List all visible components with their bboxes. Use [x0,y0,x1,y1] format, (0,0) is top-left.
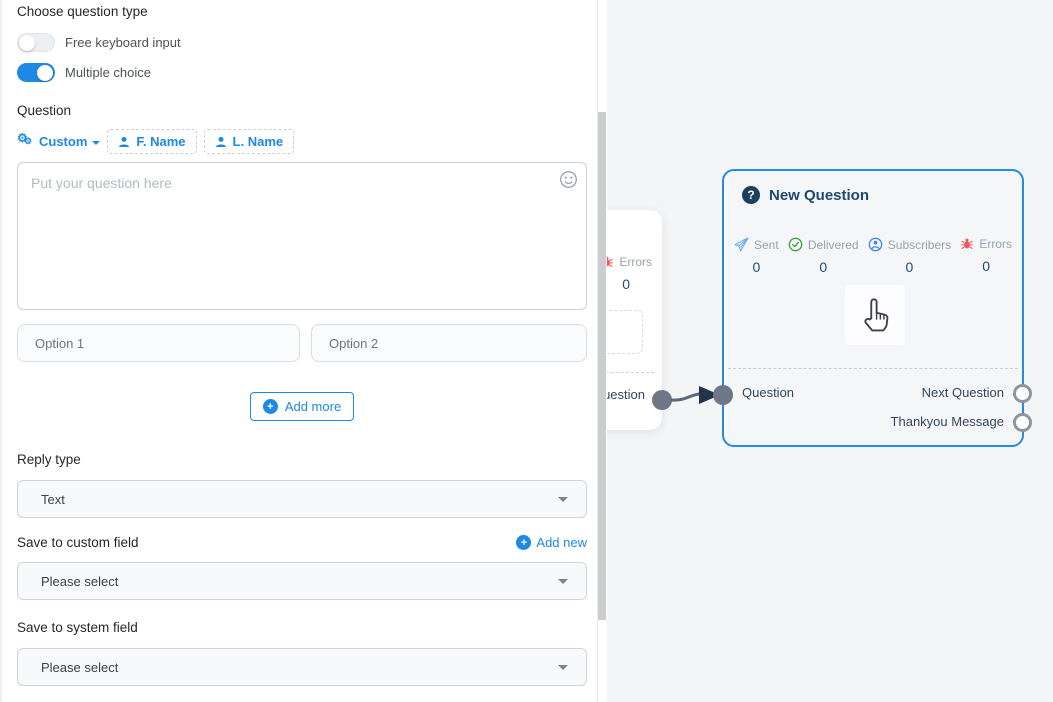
reply-type-heading: Reply type [17,452,587,467]
chevron-down-icon [558,665,568,670]
save-system-field-heading: Save to system field [17,620,587,635]
divider [728,368,1018,369]
toggle-row-free-keyboard: Free keyboard input [17,33,587,52]
chip-label: L. Name [233,134,284,149]
flow-node-new-question[interactable]: ? New Question Sent 0 [722,169,1024,447]
option-1-input[interactable] [17,324,300,362]
question-settings-panel: Choose question type Free keyboard input… [0,0,598,702]
stat-value: 0 [622,276,630,292]
chevron-down-icon [92,141,100,145]
toggle-label: Multiple choice [65,65,151,80]
add-more-button[interactable]: + Add more [250,392,354,421]
question-heading: Question [17,103,587,118]
paper-plane-icon [734,237,749,252]
node-stats-row: Sent 0 Delivered 0 [734,237,1012,275]
sent-stat: Sent 0 [734,237,779,275]
node-header: ? New Question [742,186,869,204]
custom-dropdown-label: Custom [39,134,87,149]
input-port-label: Question [742,385,794,400]
delivered-stat: Delivered 0 [788,237,859,275]
chip-last-name[interactable]: L. Name [204,129,295,154]
add-more-row: + Add more [17,392,587,421]
emoji-icon[interactable] [559,170,578,189]
cursor-highlight [845,285,905,345]
chip-first-name[interactable]: F. Name [107,129,196,154]
multiple-choice-toggle[interactable] [17,63,55,82]
plus-circle-icon: + [516,535,531,550]
reply-type-select[interactable]: Text [17,480,587,518]
node-a-errors-stat: Errors 0 [600,255,652,292]
question-text-input[interactable] [17,162,587,310]
save-system-field-value: Please select [41,660,558,675]
output-port-next-question[interactable] [1013,384,1032,403]
plus-circle-icon: + [263,399,278,414]
gears-icon: ⚙⚙ [17,134,34,150]
options-row [17,324,587,362]
stat-value: 0 [906,259,914,275]
stat-label: Delivered [808,238,859,252]
custom-dropdown-button[interactable]: ⚙⚙ Custom [17,134,100,150]
errors-stat: Errors 0 [960,237,1012,275]
save-custom-field-select[interactable]: Please select [17,562,587,600]
person-circle-icon [868,237,883,252]
panel-scrollbar-thumb[interactable] [598,112,606,620]
output-port-label-next-question: Next Question [922,385,1004,400]
stat-label: Errors [979,237,1012,251]
save-custom-field-heading: Save to custom field [17,535,139,550]
reply-type-value: Text [41,492,558,507]
question-type-heading: Choose question type [17,4,587,19]
subscribers-stat: Subscribers 0 [868,237,951,275]
bug-icon [960,237,974,251]
variable-chips-row: ⚙⚙ Custom F. Name L. Name [17,128,587,155]
node-title: New Question [769,187,869,204]
question-mark-icon: ? [742,186,760,204]
stat-value: 0 [752,259,760,275]
panel-scrollbar-track [598,0,607,702]
toggle-row-multiple-choice: Multiple choice [17,63,587,82]
save-system-field-select[interactable]: Please select [17,648,587,686]
save-custom-field-row: Save to custom field + Add new [17,535,587,550]
stat-label: Subscribers [888,238,951,252]
toggle-label: Free keyboard input [65,35,181,50]
chevron-down-icon [558,497,568,502]
person-icon [118,136,130,148]
check-circle-icon [788,237,803,252]
stat-label: Errors [619,255,652,269]
chevron-down-icon [558,579,568,584]
stat-value: 0 [982,258,990,274]
add-new-link[interactable]: + Add new [516,535,587,550]
chip-label: F. Name [136,134,185,149]
question-text-area-wrap [17,162,587,315]
option-2-input[interactable] [311,324,587,362]
add-more-label: Add more [285,399,341,414]
free-keyboard-toggle[interactable] [17,33,55,52]
flow-canvas[interactable]: Errors 0 Question ? New Question [607,0,1053,702]
save-custom-field-value: Please select [41,574,558,589]
output-port-label-thankyou-message: Thankyou Message [891,414,1004,429]
add-new-label: Add new [536,535,587,550]
stat-label: Sent [754,238,779,252]
stat-value: 0 [819,259,827,275]
hand-cursor-icon [859,296,891,334]
output-port-thankyou-message[interactable] [1013,413,1032,432]
person-icon [215,136,227,148]
